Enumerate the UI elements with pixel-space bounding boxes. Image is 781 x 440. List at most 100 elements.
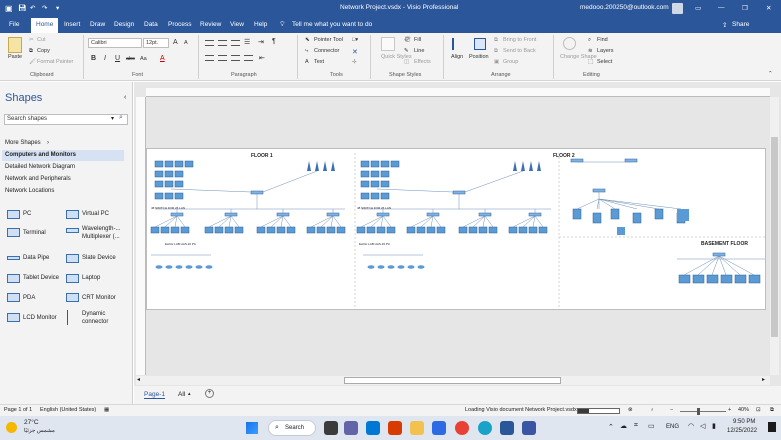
connector-line[interactable] — [512, 215, 536, 228]
horizontal-scrollbar[interactable]: ◂ ▸ — [136, 376, 770, 385]
cut-button[interactable]: Cut — [37, 37, 46, 43]
ribbon-display-icon[interactable]: ▭ — [695, 4, 701, 12]
more-shapes-button[interactable]: More Shapes — [5, 140, 41, 146]
shape-crt-monitor[interactable]: CRT Monitor — [82, 295, 116, 301]
access-point-shape[interactable] — [307, 161, 311, 171]
quick-styles-icon[interactable] — [381, 37, 395, 51]
tab-draw[interactable]: Draw — [90, 21, 105, 28]
pc-shape[interactable] — [266, 226, 276, 234]
pc-shape[interactable] — [174, 160, 184, 168]
pc-shape[interactable] — [488, 226, 498, 234]
increase-indent-icon[interactable]: ⇥ — [258, 38, 264, 46]
decrease-indent-icon[interactable]: ⇤ — [259, 54, 265, 62]
add-page-button[interactable]: + — [205, 389, 214, 398]
pc-shape[interactable] — [380, 192, 390, 200]
multiplexer-icon[interactable] — [66, 228, 79, 233]
pc-shape[interactable] — [426, 226, 436, 234]
lan-printer-shape[interactable] — [367, 265, 375, 269]
vertical-scrollbar[interactable] — [770, 97, 779, 375]
cloud-icon[interactable]: ☁ — [620, 422, 627, 430]
connector-line[interactable] — [484, 215, 494, 228]
pc-shape[interactable] — [256, 226, 266, 234]
connector-line[interactable] — [282, 215, 292, 228]
search-shapes-box[interactable]: Search shapes ▾ ⌕ — [4, 114, 128, 125]
pc-shape[interactable] — [538, 226, 548, 234]
connector-line[interactable] — [154, 215, 178, 228]
access-point-shape[interactable] — [529, 161, 533, 171]
pc-shape[interactable] — [478, 226, 488, 234]
select-button[interactable]: Select — [597, 59, 612, 65]
dynamic-connector-icon[interactable] — [67, 310, 68, 325]
network-diagram[interactable] — [147, 149, 767, 311]
access-point-shape[interactable] — [315, 161, 319, 171]
pc-shape[interactable] — [370, 160, 380, 168]
collapse-ribbon-icon[interactable]: ⌃ — [768, 71, 773, 77]
maximize-button[interactable]: ❐ — [742, 4, 748, 12]
pc-shape[interactable] — [720, 274, 733, 284]
stencil-computers-monitors[interactable]: Computers and Monitors — [5, 152, 76, 158]
tab-home[interactable]: Home — [31, 18, 59, 33]
shape-dynamic-connector[interactable]: Dynamic connector — [82, 310, 126, 326]
paste-button[interactable]: Paste — [8, 54, 22, 60]
customize-qat-icon[interactable]: ▾ — [56, 4, 59, 12]
all-pages-button[interactable]: All — [178, 391, 185, 398]
laptop-icon[interactable] — [66, 274, 79, 283]
tray-chevron-icon[interactable]: ⌃ — [608, 423, 614, 431]
share-button[interactable]: Share — [732, 21, 749, 28]
bullets-icon[interactable]: ☰ — [244, 38, 250, 46]
pc-shape[interactable] — [234, 226, 244, 234]
switch-shape[interactable] — [624, 158, 638, 163]
pda-icon[interactable] — [7, 293, 20, 302]
lan-printer-shape[interactable] — [195, 265, 203, 269]
connector-line[interactable] — [462, 215, 486, 228]
pc-shape[interactable] — [306, 226, 316, 234]
battery-icon[interactable]: ▮ — [712, 422, 716, 430]
pc-shape[interactable] — [164, 180, 174, 188]
crt-monitor-icon[interactable] — [66, 293, 79, 302]
switch-shape[interactable] — [426, 212, 440, 217]
connector-line[interactable] — [410, 215, 434, 228]
presentation-icon[interactable]: ♁ — [650, 407, 654, 413]
connector-line[interactable] — [310, 215, 334, 228]
effects-button[interactable]: Effects — [414, 59, 431, 65]
line-button[interactable]: Line — [414, 48, 424, 54]
pc-shape[interactable] — [336, 226, 346, 234]
task-view-icon[interactable] — [324, 421, 338, 435]
search-icon[interactable]: ⌕ — [119, 114, 123, 122]
fill-button[interactable]: Fill — [414, 37, 421, 43]
connector-line[interactable] — [596, 198, 600, 210]
save-icon[interactable]: 💾︎ — [18, 4, 26, 12]
switch-shape[interactable] — [276, 212, 290, 217]
pc-shape[interactable] — [276, 226, 286, 234]
pc-shape[interactable] — [692, 274, 705, 284]
pc-shape[interactable] — [154, 180, 164, 188]
align-left-icon[interactable] — [205, 55, 214, 61]
scroll-right-icon[interactable]: ▸ — [762, 376, 765, 383]
close-button[interactable]: ✕ — [766, 4, 771, 12]
more-shapes-arrow-icon[interactable]: › — [47, 140, 49, 146]
server-shape[interactable] — [677, 209, 689, 221]
switch-windows-icon[interactable]: ⧉ — [770, 407, 774, 414]
lan-printer-shape[interactable] — [387, 265, 395, 269]
pc-shape[interactable] — [390, 160, 400, 168]
server-shape[interactable] — [654, 208, 664, 220]
pc-shape[interactable] — [508, 226, 518, 234]
drawing-page[interactable]: FLOOR 1 FLOOR 2 BASEMENT FLOOR 48 SWITCH… — [146, 148, 766, 310]
battery-tray-icon[interactable]: ▭ — [648, 422, 655, 430]
format-painter-button[interactable]: Format Painter — [37, 59, 73, 65]
pc-shape[interactable] — [356, 226, 366, 234]
pc-shape[interactable] — [174, 192, 184, 200]
font-family-select[interactable]: Calibri — [88, 38, 142, 48]
rectangle-tool-icon[interactable]: □▾ — [352, 37, 358, 43]
pc-shape[interactable] — [380, 160, 390, 168]
align-button[interactable]: Align — [451, 54, 463, 60]
page-count[interactable]: Page 1 of 1 — [4, 407, 32, 413]
lan-printer-shape[interactable] — [155, 265, 163, 269]
connector-line[interactable] — [170, 188, 252, 193]
pc-shape[interactable] — [214, 226, 224, 234]
language-indicator[interactable]: English (United States) — [40, 407, 96, 413]
access-point-shape[interactable] — [331, 161, 335, 171]
layers-button[interactable]: Layers — [597, 48, 614, 54]
pc-shape[interactable] — [380, 180, 390, 188]
wifi-icon[interactable]: ◠ — [688, 422, 694, 430]
